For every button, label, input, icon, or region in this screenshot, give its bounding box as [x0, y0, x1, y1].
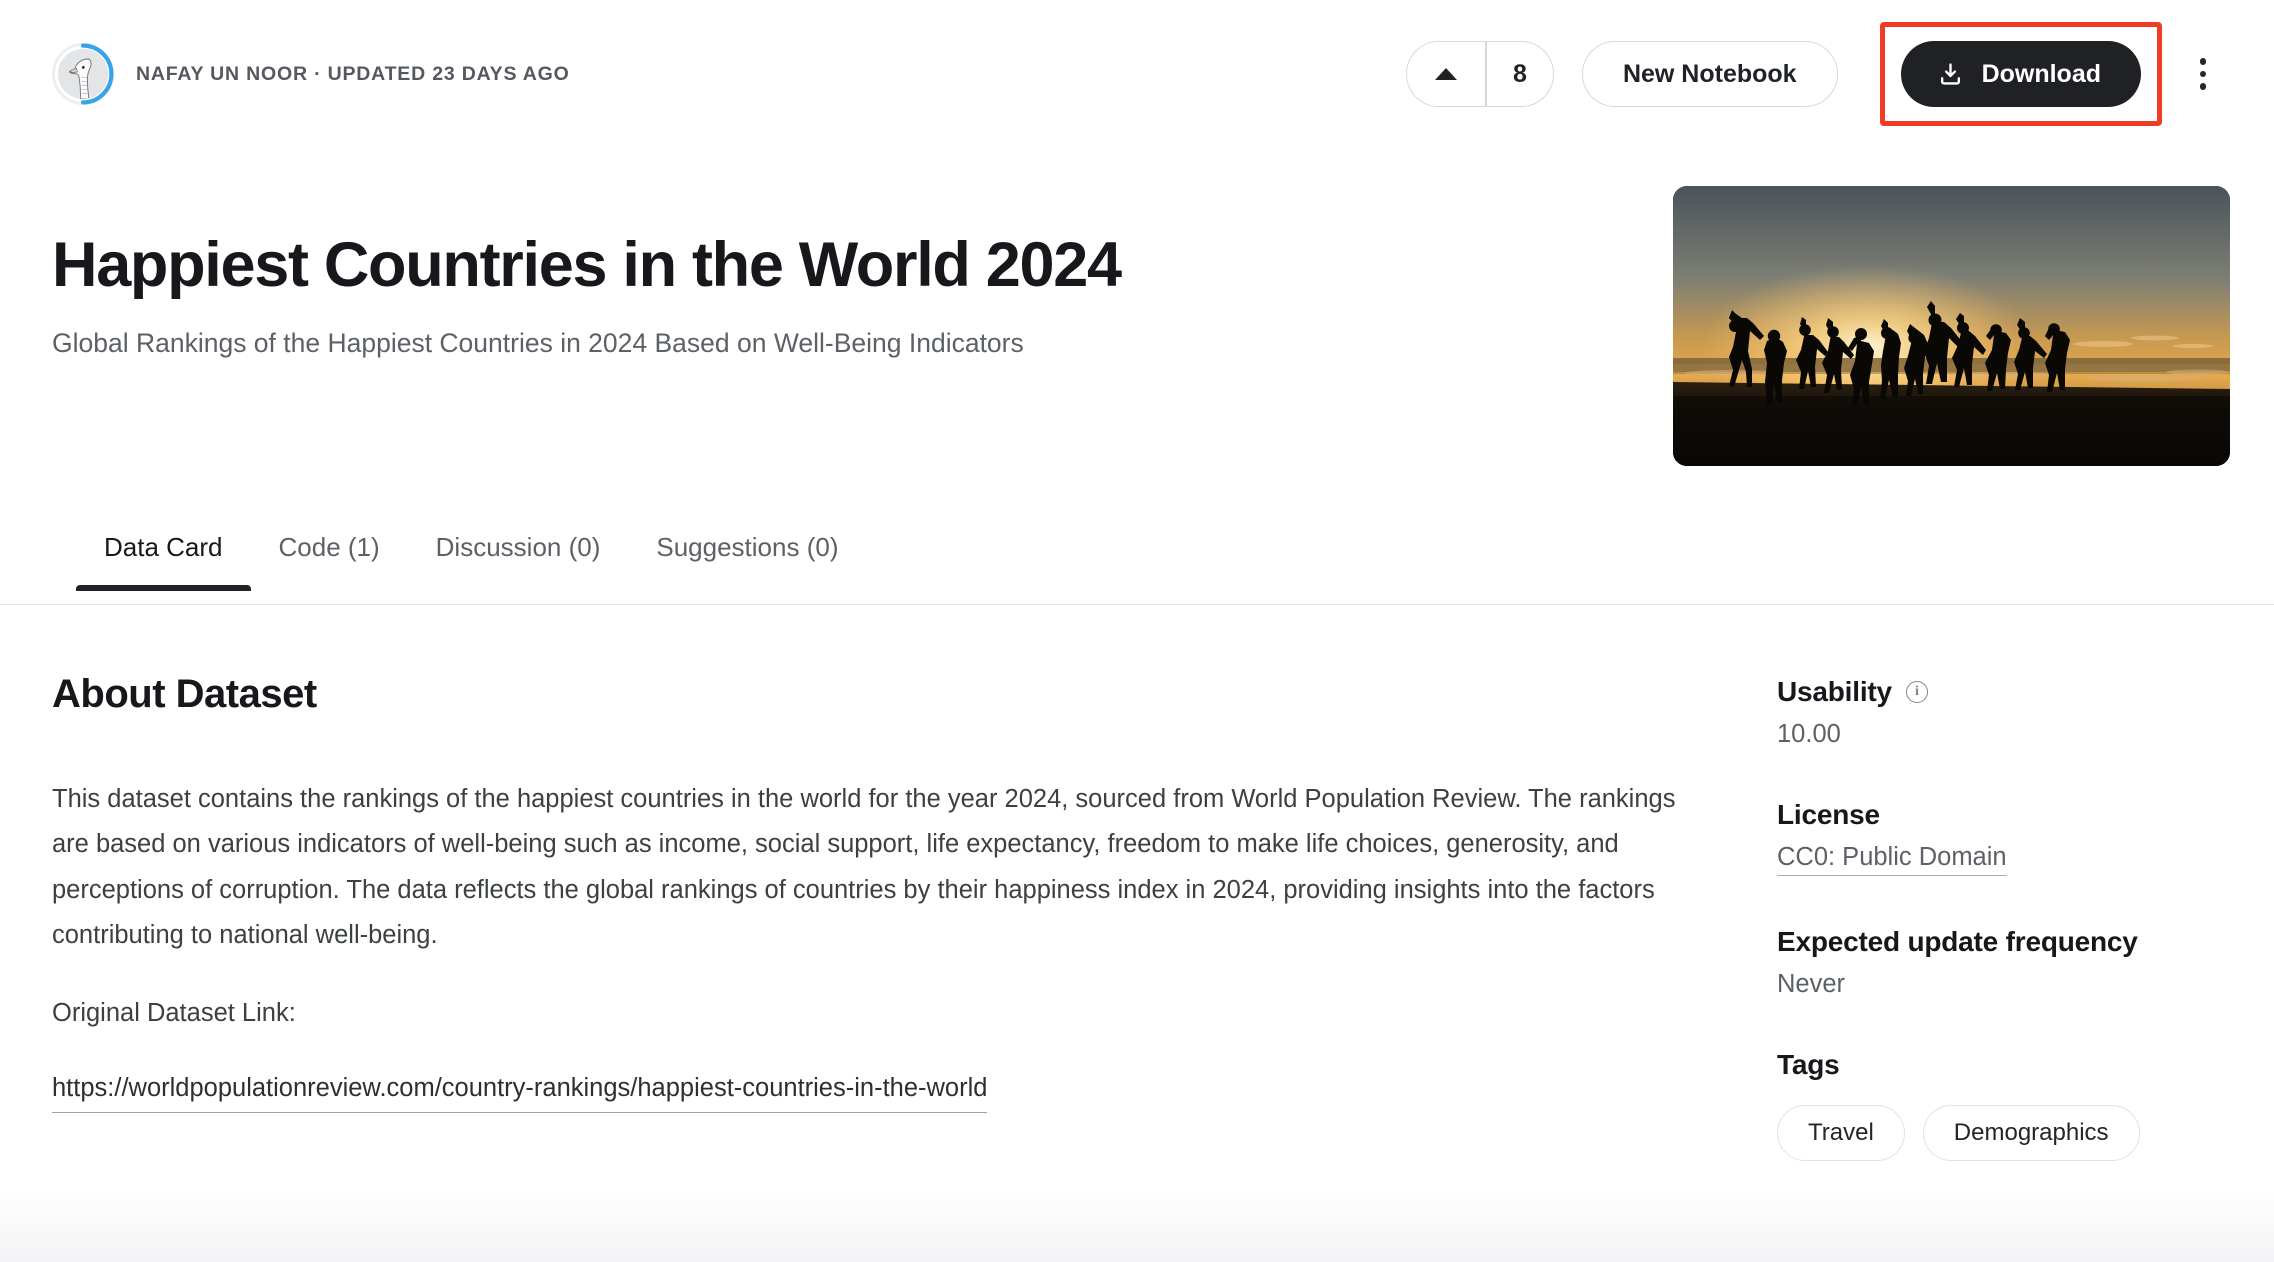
info-icon[interactable]: i [1905, 681, 1928, 703]
usability-value: 10.00 [1777, 720, 1841, 748]
page-subtitle: Global Rankings of the Happiest Countrie… [52, 327, 1024, 358]
original-dataset-link-label: Original Dataset Link: [52, 998, 296, 1027]
goose-avatar-icon [58, 49, 108, 99]
original-dataset-link[interactable]: https://worldpopulationreview.com/countr… [52, 1068, 988, 1113]
dataset-owner-block[interactable]: NAFAY UN NOOR · UPDATED 23 DAYS AGO [52, 43, 570, 105]
license-block: License CC0: Public Domain [1777, 799, 2237, 876]
new-notebook-button[interactable]: New Notebook [1581, 41, 1838, 107]
dataset-metadata-sidebar: Usability i 10.00 License CC0: Public Do… [1777, 676, 2237, 1162]
kaggle-dataset-page: NAFAY UN NOOR · UPDATED 23 DAYS AGO 8 Ne… [0, 0, 2274, 1262]
title-block: Happiest Countries in the World 2024 Glo… [52, 232, 1612, 362]
page-header: NAFAY UN NOOR · UPDATED 23 DAYS AGO 8 Ne… [0, 0, 2274, 148]
tab-code[interactable]: Code (1) [251, 520, 408, 589]
update-frequency-value: Never [1777, 970, 1846, 998]
dataset-thumbnail-image [1673, 186, 2230, 466]
header-actions: 8 New Notebook Download [1406, 22, 2226, 126]
usability-heading: Usability i [1777, 676, 2237, 708]
tag-chip[interactable]: Demographics [1922, 1105, 2140, 1162]
download-button-label: Download [1981, 59, 2101, 88]
scroll-fade-overlay [0, 1192, 2274, 1262]
update-frequency-label: Expected update frequency [1777, 926, 2138, 957]
upvote-button[interactable] [1407, 42, 1486, 106]
tab-discussion[interactable]: Discussion (0) [408, 520, 629, 589]
tab-suggestions[interactable]: Suggestions (0) [628, 520, 866, 589]
page-title: Happiest Countries in the World 2024 [52, 230, 1122, 300]
tags-list: Travel Demographics [1777, 1105, 2237, 1162]
usability-block: Usability i 10.00 [1777, 676, 2237, 749]
kebab-menu-icon[interactable] [2180, 41, 2226, 107]
dataset-description: This dataset contains the rankings of th… [52, 785, 1676, 950]
owner-name-and-updated: NAFAY UN NOOR · UPDATED 23 DAYS AGO [136, 62, 570, 85]
tags-label: Tags [1777, 1049, 1840, 1080]
caret-up-icon [1435, 68, 1458, 80]
usability-label: Usability [1777, 676, 1892, 707]
about-dataset-section: About Dataset This dataset contains the … [52, 672, 1692, 1113]
about-dataset-heading: About Dataset [52, 672, 317, 716]
tags-heading: Tags [1777, 1049, 2237, 1081]
download-button[interactable]: Download [1900, 41, 2141, 107]
license-heading: License [1777, 799, 2237, 831]
tab-data-card[interactable]: Data Card [76, 520, 251, 591]
avatar[interactable] [52, 43, 114, 105]
tag-chip[interactable]: Travel [1777, 1105, 1905, 1162]
download-icon [1940, 62, 1960, 85]
license-label: License [1777, 799, 1880, 830]
download-button-highlight: Download [1879, 22, 2162, 126]
update-frequency-heading: Expected update frequency [1777, 926, 2237, 958]
tags-block: Tags Travel Demographics [1777, 1049, 2237, 1162]
upvote-count: 8 [1512, 59, 1527, 88]
update-frequency-block: Expected update frequency Never [1777, 926, 2237, 999]
upvote-control[interactable]: 8 [1406, 41, 1554, 107]
license-value-link[interactable]: CC0: Public Domain [1777, 843, 2007, 876]
tab-bar: Data Card Code (1) Discussion (0) Sugges… [0, 520, 2274, 605]
